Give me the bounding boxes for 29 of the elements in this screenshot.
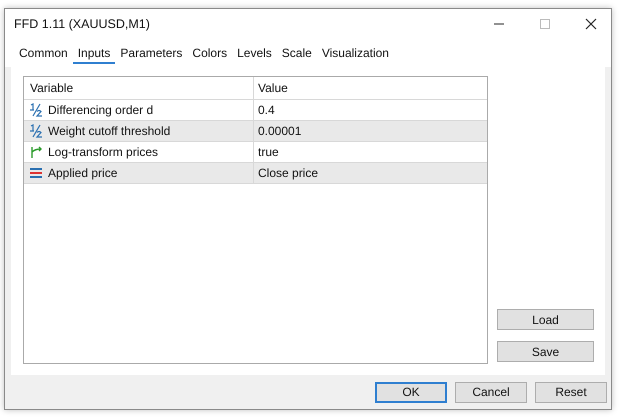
column-header: Variable: [24, 77, 254, 99]
tab[interactable]: Scale: [276, 45, 317, 62]
tab[interactable]: Common: [14, 45, 73, 62]
side-button[interactable]: Load: [497, 309, 594, 330]
fraction-icon: [29, 124, 43, 138]
variable-value[interactable]: 0.4: [254, 103, 275, 117]
dialog-button[interactable]: Cancel: [455, 382, 527, 402]
variable-value[interactable]: Close price: [254, 166, 318, 180]
window-title: FFD 1.11 (XAUUSD,M1): [14, 17, 150, 31]
list-icon: [29, 166, 43, 180]
fraction-icon: [29, 103, 43, 117]
branch-arrow-icon: [29, 145, 43, 159]
tab[interactable]: Inputs: [72, 45, 116, 64]
maximize-icon: [539, 18, 551, 30]
variable-name: Differencing order d: [48, 103, 154, 117]
tab[interactable]: Parameters: [115, 45, 188, 62]
side-button[interactable]: Save: [497, 341, 594, 362]
tab[interactable]: Levels: [232, 45, 277, 62]
tab[interactable]: Visualization: [316, 45, 394, 62]
variable-name: Applied price: [48, 166, 118, 180]
dialog-button[interactable]: OK: [375, 382, 447, 402]
variable-name: Weight cutoff threshold: [48, 124, 170, 138]
tab[interactable]: Colors: [187, 45, 232, 62]
column-header: Value: [257, 81, 288, 95]
variable-name: Log-transform prices: [48, 145, 158, 159]
close-icon[interactable]: [585, 18, 597, 30]
variable-value[interactable]: 0.00001: [254, 124, 302, 138]
variable-value[interactable]: true: [254, 145, 279, 159]
dialog-button[interactable]: Reset: [535, 382, 607, 402]
